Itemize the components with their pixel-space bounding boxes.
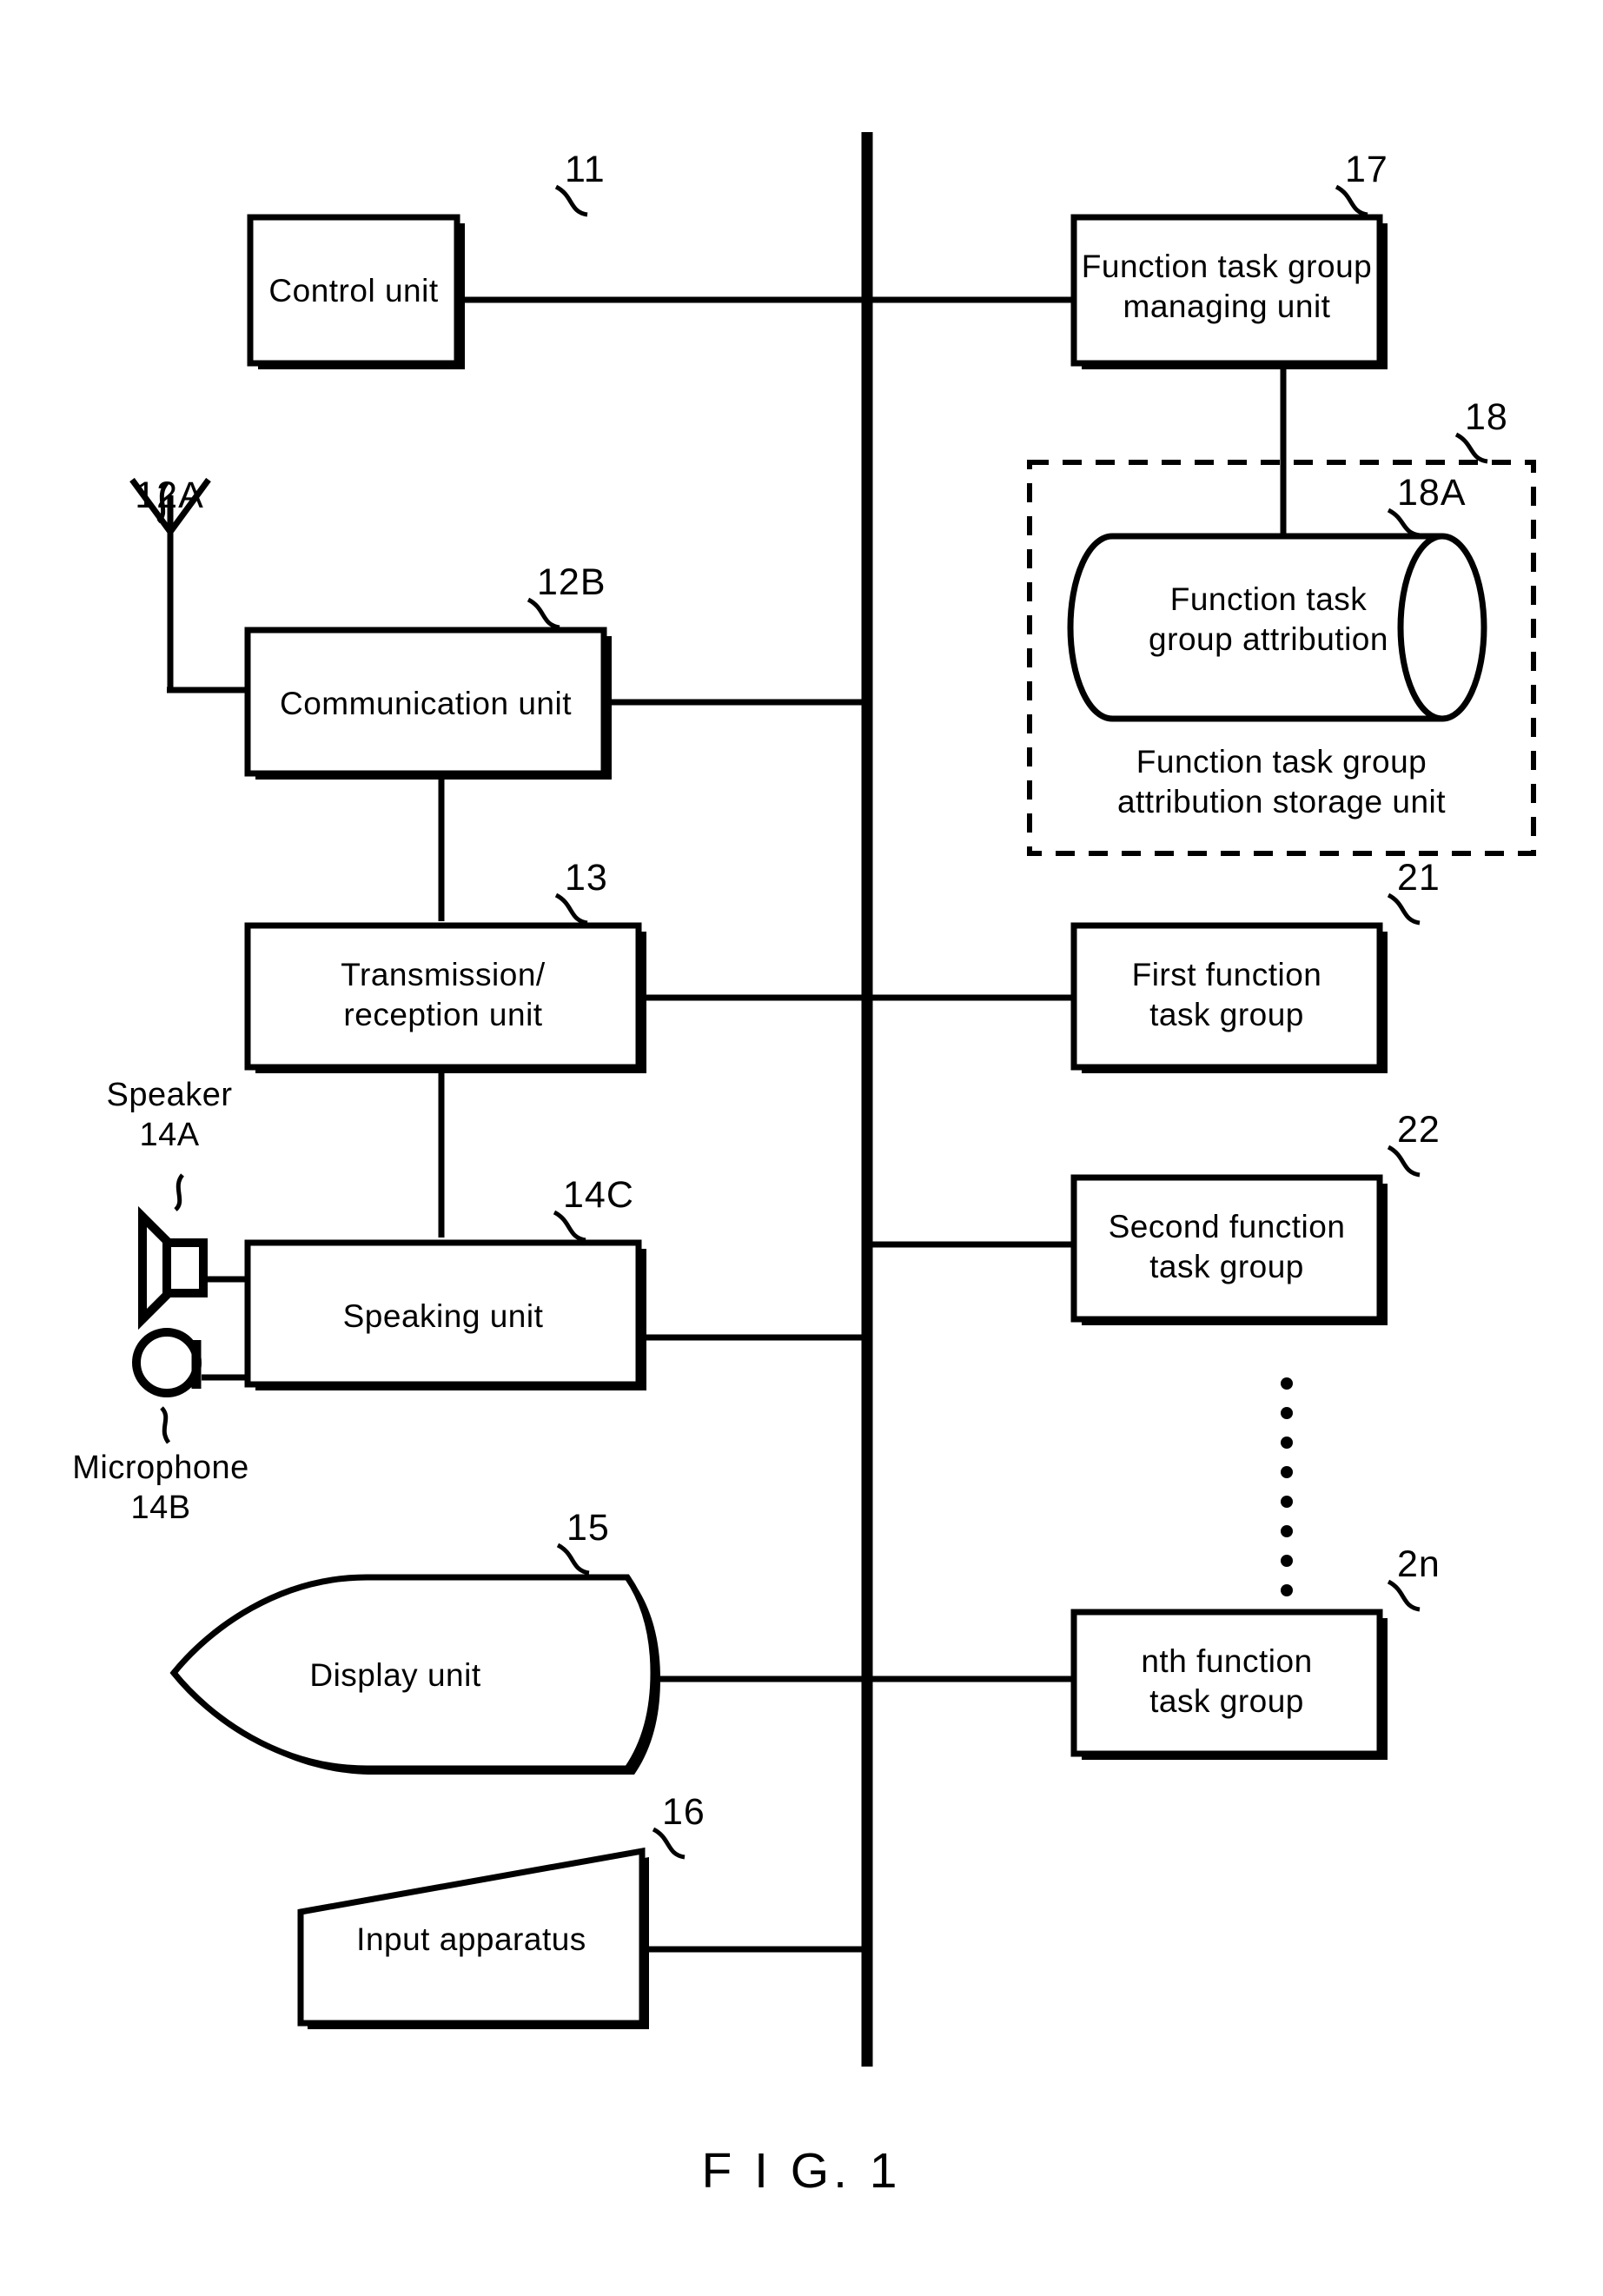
- transmission-reception-unit-label-line2: reception unit: [343, 997, 543, 1032]
- speaker-icon: [138, 1205, 208, 1330]
- nth-function-task-group-label-line1: nth function: [1141, 1643, 1313, 1679]
- ref-numeral-15: 15: [566, 1507, 610, 1549]
- storage-unit-caption-line1: Function task group: [1136, 744, 1427, 780]
- ref-numeral-18: 18: [1465, 396, 1508, 438]
- ref-numeral-21: 21: [1397, 857, 1441, 899]
- nth-function-task-group-label-line2: task group: [1149, 1683, 1304, 1719]
- storage-unit-caption-line2: attribution storage unit: [1116, 784, 1447, 820]
- microphone-label: Microphone: [72, 1450, 249, 1486]
- ref-numeral-17: 17: [1345, 149, 1388, 190]
- function-task-group-managing-unit-label-line2: managing unit: [1123, 289, 1331, 324]
- speaker-label: Speaker: [106, 1077, 233, 1113]
- leader-14B: [160, 1406, 171, 1444]
- control-unit-label: Control unit: [268, 273, 439, 309]
- display-unit-label: Display unit: [309, 1657, 481, 1693]
- second-function-task-group-label-line1: Second function: [1108, 1209, 1346, 1244]
- function-task-group-managing-unit-label-line1: Function task group: [1081, 249, 1373, 284]
- communication-unit-label: Communication unit: [280, 686, 572, 721]
- ref-numeral-2n: 2n: [1397, 1543, 1441, 1585]
- first-function-task-group-label-line1: First function: [1131, 957, 1322, 992]
- function-task-group-attribution-label-line2: group attribution: [1149, 621, 1388, 657]
- microphone-icon: [132, 1328, 202, 1397]
- patent-figure-1: Control unit Communication unit Transmis…: [0, 0, 1603, 2296]
- vertical-ellipsis-icon: [1281, 1377, 1293, 1596]
- ref-numeral-12B: 12B: [537, 561, 606, 603]
- function-task-group-attribution-label-line1: Function task: [1169, 581, 1368, 617]
- ref-numeral-14C: 14C: [563, 1174, 634, 1216]
- ref-numeral-11: 11: [565, 149, 606, 190]
- ref-numeral-18A: 18A: [1397, 472, 1467, 514]
- antenna-ref-label: 12A: [135, 474, 204, 516]
- second-function-task-group-label-line2: task group: [1149, 1249, 1304, 1284]
- ref-numeral-16: 16: [662, 1791, 705, 1833]
- speaker-ref-label: 14A: [139, 1117, 200, 1153]
- ref-numeral-22: 22: [1397, 1109, 1441, 1151]
- leader-14A: [174, 1173, 185, 1211]
- figure-caption: F I G. 1: [701, 2143, 902, 2199]
- input-apparatus-label: Input apparatus: [356, 1921, 586, 1957]
- microphone-ref-label: 14B: [130, 1490, 191, 1526]
- ref-numeral-13: 13: [565, 857, 608, 899]
- speaking-unit-label: Speaking unit: [342, 1298, 544, 1334]
- first-function-task-group-label-line2: task group: [1149, 997, 1304, 1032]
- transmission-reception-unit-label-line1: Transmission/: [341, 957, 546, 992]
